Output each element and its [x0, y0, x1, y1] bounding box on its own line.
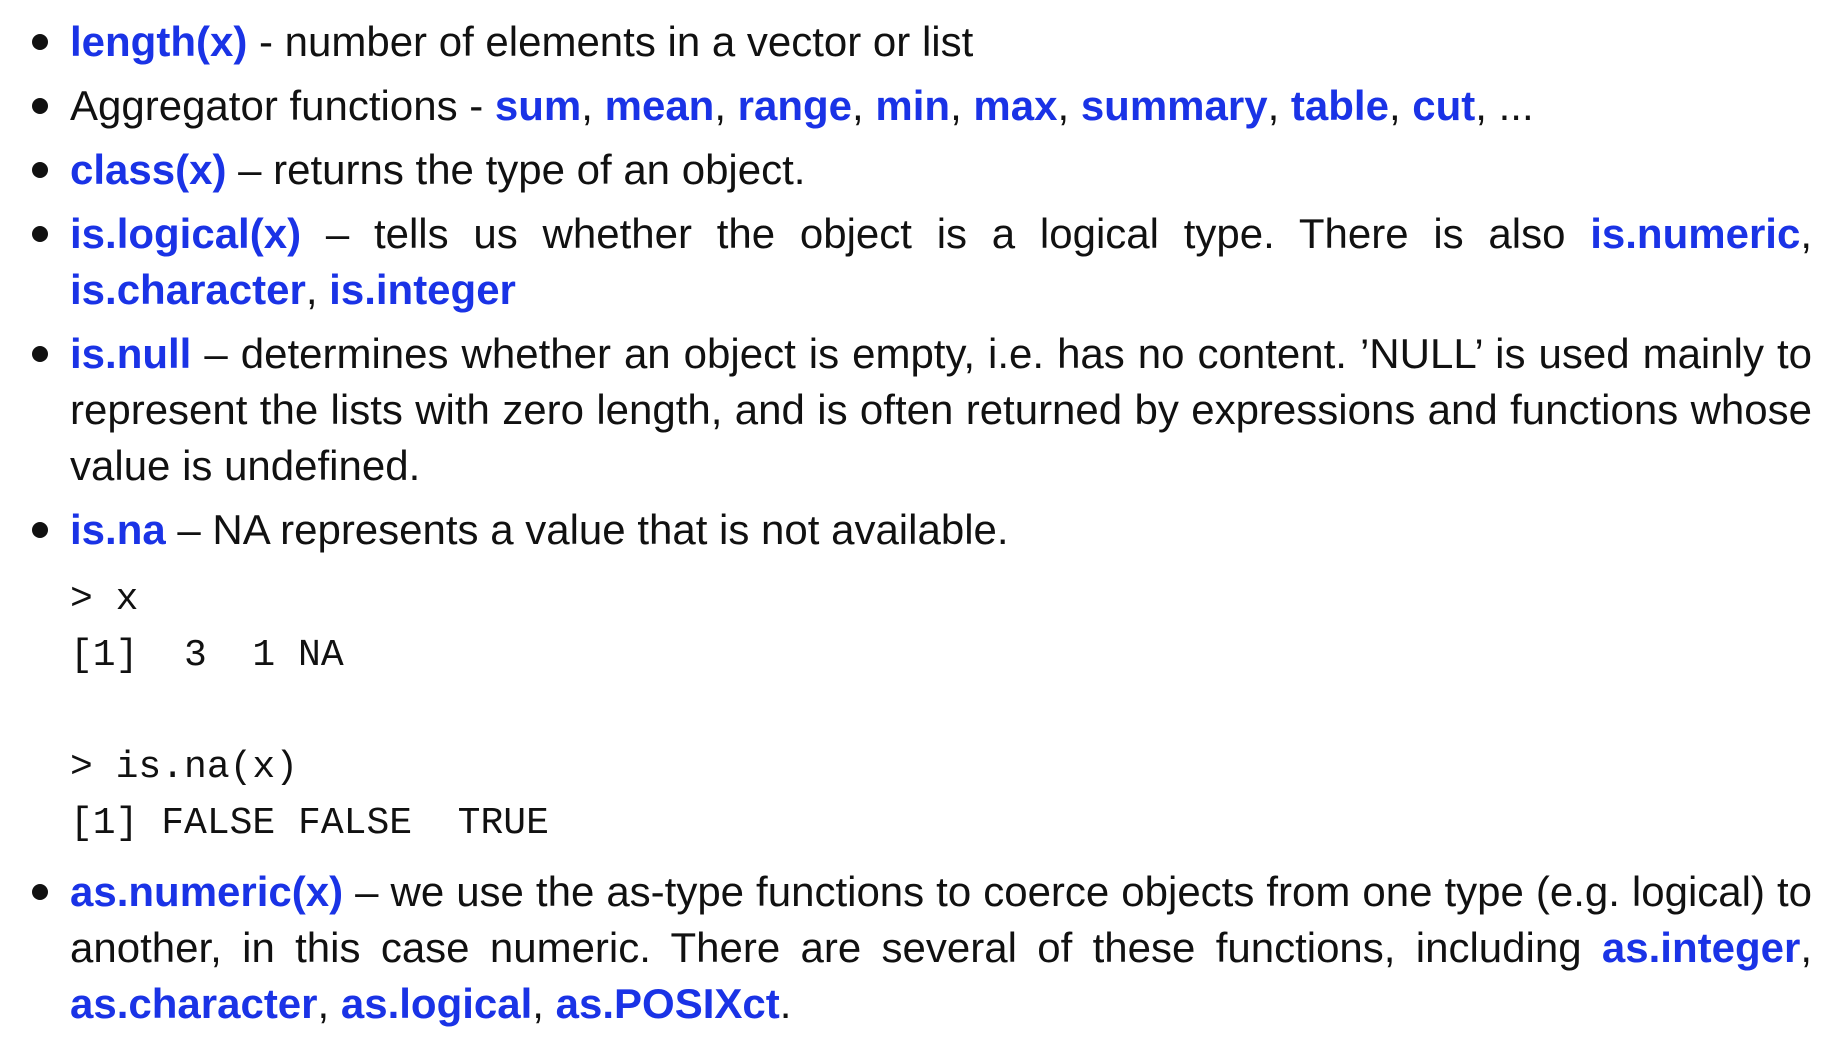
description-text: , ... [1475, 82, 1534, 129]
description-text: – tells us whether the object is a logic… [301, 210, 1591, 257]
description-text: - number of elements in a vector or list [247, 18, 974, 65]
description-text: , [950, 82, 974, 129]
bullet-item: as.numeric(x) – we use the as-type funct… [28, 864, 1812, 1032]
bullet-item: class(x) – returns the type of an object… [28, 142, 1812, 198]
bullet-dot-icon [32, 884, 48, 900]
bullet-list: length(x) - number of elements in a vect… [28, 14, 1812, 1032]
description-text: , [1800, 924, 1812, 971]
function-name: as.POSIXct [555, 980, 780, 1027]
function-name: cut [1412, 82, 1476, 129]
code-group: > is.na(x) [1] FALSE FALSE TRUE [70, 740, 1812, 852]
description-text: Aggregator functions - [70, 82, 495, 129]
description-text: , [317, 980, 341, 1027]
function-name: is.null [70, 330, 192, 377]
function-name: mean [604, 82, 715, 129]
bullet-dot-icon [32, 98, 48, 114]
function-name: as.integer [1601, 924, 1801, 971]
function-name: as.character [70, 980, 318, 1027]
bullet-dot-icon [32, 34, 48, 50]
bullet-item: is.null – determines whether an object i… [28, 326, 1812, 494]
description-text: , [1267, 82, 1291, 129]
code-line: > x [70, 578, 139, 621]
description-text: , [305, 266, 330, 313]
description-text: , [532, 980, 556, 1027]
bullet-dot-icon [32, 226, 48, 242]
description-text: . [779, 980, 792, 1027]
document-page: length(x) - number of elements in a vect… [0, 0, 1832, 1058]
description-text: – determines whether an object is empty,… [70, 330, 1812, 489]
code-line: > is.na(x) [70, 746, 299, 789]
code-example: > x [1] 3 1 NA > is.na(x) [1] FALSE FALSE T… [70, 572, 1812, 852]
function-name: table [1290, 82, 1389, 129]
function-name: as.numeric(x) [70, 868, 344, 915]
description-text: – NA represents a value that is not avai… [165, 506, 1009, 553]
function-name: min [875, 82, 951, 129]
description-text: , [852, 82, 876, 129]
code-line: [1] 3 1 NA [70, 634, 344, 677]
function-name: is.logical(x) [70, 210, 302, 257]
code-group: > x [1] 3 1 NA [70, 572, 1812, 684]
description-text: , [1388, 82, 1413, 129]
description-text: , [581, 82, 605, 129]
description-text: – returns the type of an object. [226, 146, 806, 193]
description-text: , [1057, 82, 1081, 129]
bullet-item: Aggregator functions - sum, mean, range,… [28, 78, 1812, 134]
function-name: length(x) [70, 18, 248, 65]
function-name: as.logical [340, 980, 533, 1027]
function-name: class(x) [70, 146, 227, 193]
function-name: is.integer [329, 266, 516, 313]
function-name: is.numeric [1590, 210, 1801, 257]
description-text: , [1800, 210, 1812, 257]
function-name: summary [1080, 82, 1268, 129]
bullet-item: length(x) - number of elements in a vect… [28, 14, 1812, 70]
description-text: , [714, 82, 738, 129]
function-name: is.character [70, 266, 306, 313]
function-name: range [737, 82, 853, 129]
bullet-item: is.na – NA represents a value that is no… [28, 502, 1812, 852]
function-name: is.na [70, 506, 166, 553]
function-name: sum [494, 82, 582, 129]
bullet-dot-icon [32, 162, 48, 178]
bullet-dot-icon [32, 346, 48, 362]
bullet-item: is.logical(x) – tells us whether the obj… [28, 206, 1812, 318]
bullet-dot-icon [32, 522, 48, 538]
code-line: [1] FALSE FALSE TRUE [70, 802, 549, 845]
function-name: max [973, 82, 1058, 129]
